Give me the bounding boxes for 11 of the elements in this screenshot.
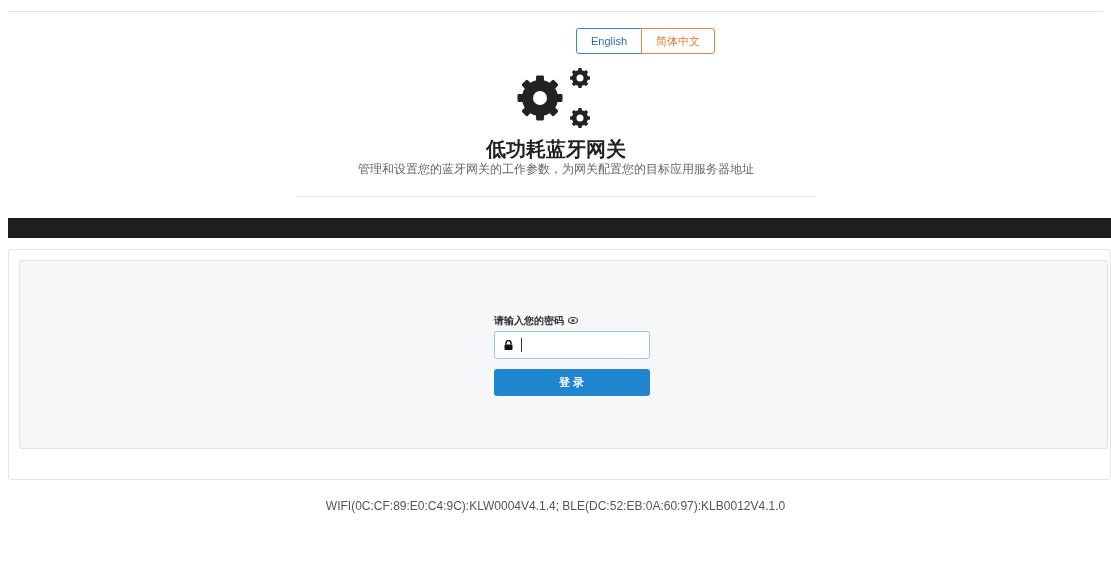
password-label: 请输入您的密码 — [493, 314, 564, 328]
page-title: 低功耗蓝牙网关 — [485, 137, 626, 161]
eye-icon[interactable] — [567, 317, 578, 324]
password-field[interactable] — [493, 331, 650, 359]
login-button[interactable]: 登 录 — [493, 369, 650, 396]
lock-icon — [503, 340, 513, 350]
language-button[interactable]: 简体中文 — [641, 28, 716, 54]
text-cursor — [520, 338, 522, 352]
firmware-info: WIFI(0C:CF:89:E0:C4:9C):KLW0004V4.1.4; BLE(DC:52:EB:0A:60:97):KLB0012V4.1.0 — [325, 498, 786, 515]
page-subtitle: 管理和设置您的蓝牙网关的工作参数，为网关配置您的目标应用服务器地址 — [357, 161, 754, 177]
language-button[interactable]: English — [575, 28, 643, 54]
